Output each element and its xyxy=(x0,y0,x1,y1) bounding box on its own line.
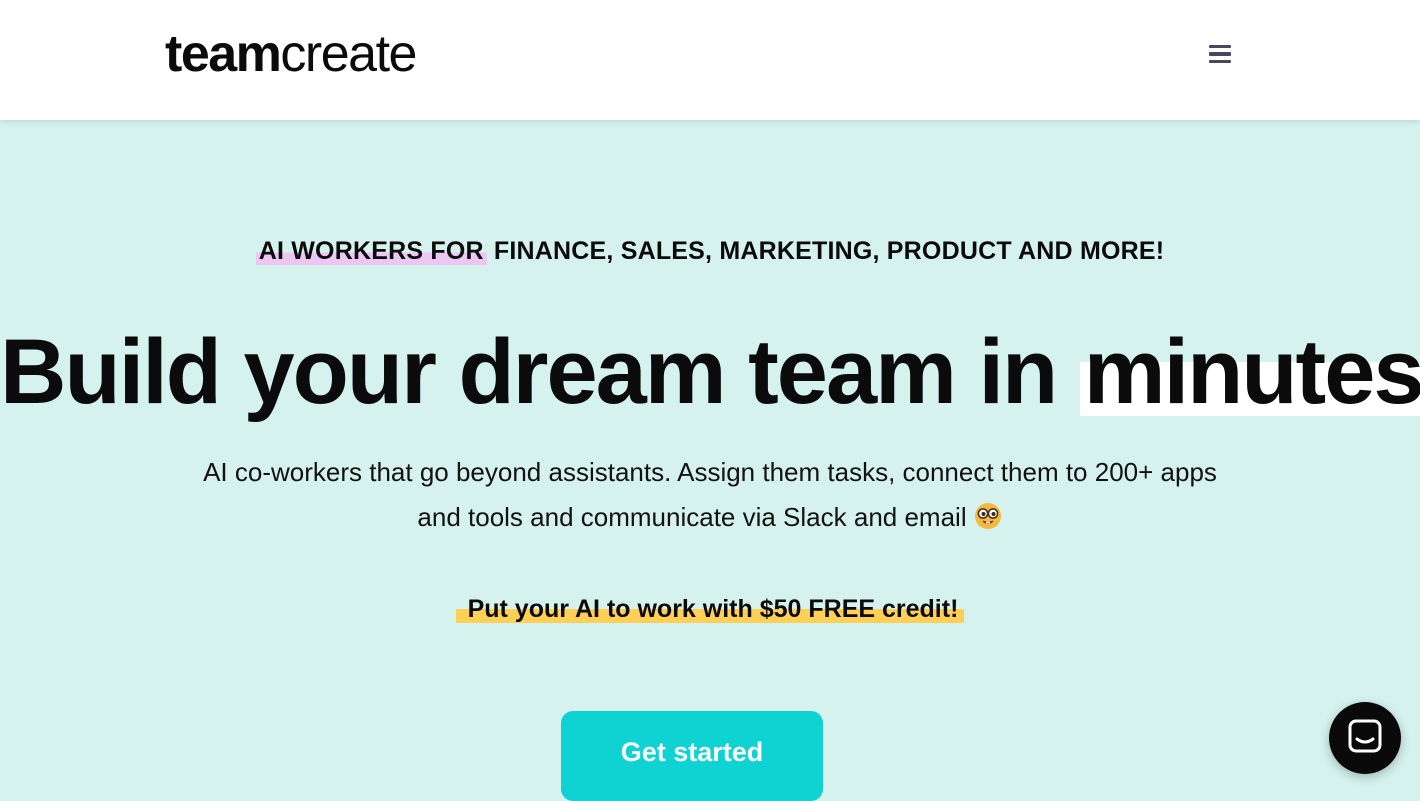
chat-launcher-button[interactable] xyxy=(1329,702,1401,774)
nerd-face-emoji-icon xyxy=(973,500,1003,530)
eyebrow-highlight: AI WORKERS FOR xyxy=(255,237,487,265)
promo-text: Put your AI to work with $50 FREE credit… xyxy=(0,592,1420,626)
logo[interactable]: teamcreate xyxy=(165,24,417,84)
hero-subtext: AI co-workers that go beyond assistants.… xyxy=(200,450,1220,540)
chat-bubble-icon xyxy=(1347,718,1383,759)
site-header: teamcreate xyxy=(0,0,1420,120)
promo-highlight: Put your AI to work with $50 FREE credit… xyxy=(455,595,965,623)
headline-highlight: minutes xyxy=(1079,321,1420,423)
subtext-body: AI co-workers that go beyond assistants.… xyxy=(203,457,1217,532)
hamburger-menu-icon[interactable] xyxy=(1205,40,1235,68)
eyebrow-rest: FINANCE, SALES, MARKETING, PRODUCT AND M… xyxy=(486,237,1165,265)
hero-headline: Build your dream team in minutes xyxy=(0,320,1420,424)
headline-main: Build your dream team in xyxy=(0,321,1058,423)
get-started-button[interactable]: Get started xyxy=(561,711,823,801)
eyebrow-text: AI WORKERS FOR FINANCE, SALES, MARKETING… xyxy=(0,235,1420,267)
logo-bold-text: team xyxy=(165,25,282,83)
hero-section: AI WORKERS FOR FINANCE, SALES, MARKETING… xyxy=(0,120,1420,801)
logo-light-text: create xyxy=(280,25,417,83)
